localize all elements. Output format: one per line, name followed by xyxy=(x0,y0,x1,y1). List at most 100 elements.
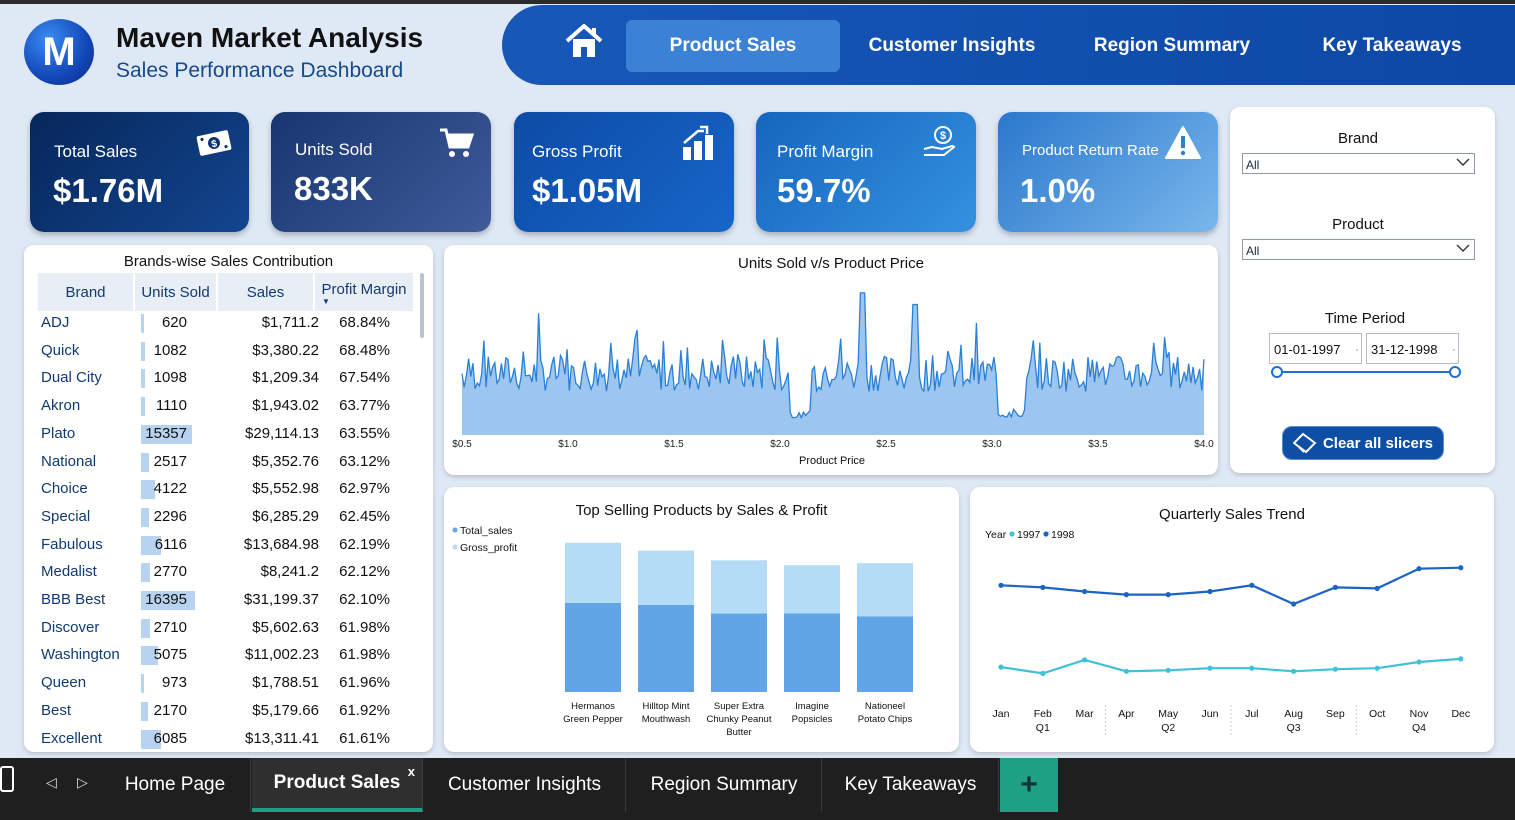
x-tick-label: Aug xyxy=(1284,708,1303,720)
close-icon[interactable]: x xyxy=(408,764,415,779)
table-row[interactable]: Excellent 6085 $13,311.41 61.61% xyxy=(41,726,413,753)
tab-scroll-left-icon[interactable]: ◁ xyxy=(46,774,57,791)
data-point xyxy=(1207,588,1213,595)
table-row[interactable]: Special 2296 $6,285.29 62.45% xyxy=(41,504,413,531)
category-label: Imagine xyxy=(795,701,829,712)
table-row[interactable]: Medalist 2770 $8,241.2 62.12% xyxy=(41,559,413,586)
table-row[interactable]: Best 2170 $5,179.66 61.92% xyxy=(41,698,413,725)
page-tab-bar: ◁ ▷ Home Page Product Sales x Customer I… xyxy=(0,758,1515,820)
units-bar xyxy=(141,480,155,500)
data-point xyxy=(998,582,1004,588)
data-point xyxy=(1123,592,1129,598)
tab-scroll-right-icon[interactable]: ▷ xyxy=(77,774,88,791)
tab-home-page[interactable]: Home Page xyxy=(100,758,251,812)
x-tick-label: Jul xyxy=(1245,708,1258,720)
table-scrollbar[interactable] xyxy=(420,273,424,338)
units-bar xyxy=(141,397,145,417)
nav-customer-insights[interactable]: Customer Insights xyxy=(852,20,1052,72)
logo-letter: M xyxy=(42,29,76,74)
table-row[interactable]: ADJ 620 $1,711.2 68.84% xyxy=(41,310,413,337)
tab-product-sales[interactable]: Product Sales x xyxy=(252,758,423,812)
bar-total_sales xyxy=(711,613,767,692)
top-products-panel: Top Selling Products by Sales & Profit T… xyxy=(444,487,959,752)
add-page-button[interactable]: + xyxy=(1000,758,1058,812)
units-value: 973 xyxy=(161,674,187,692)
top-nav: Product Sales Customer Insights Region S… xyxy=(502,5,1515,85)
x-tick-label: Sep xyxy=(1326,708,1345,720)
home-icon[interactable] xyxy=(564,23,604,59)
mobile-layout-icon[interactable] xyxy=(0,766,14,792)
data-point xyxy=(1291,668,1297,674)
table-row[interactable]: Quick 1082 $3,380.22 68.48% xyxy=(41,338,413,365)
quarterly-trend-chart: Year 1997 1998 Jan Feb Mar Apr May Jun Jul Aug Sep O… xyxy=(985,529,1470,737)
table-row[interactable]: Dual City 1098 $1,209.34 67.54% xyxy=(41,365,413,392)
data-point xyxy=(1416,659,1422,665)
cell-sales: $11,002.23 xyxy=(245,646,319,664)
date-range-slider-end-handle[interactable] xyxy=(1449,366,1461,378)
cell-sales: $8,241.2 xyxy=(260,563,319,581)
category-label: Butter xyxy=(726,727,751,738)
cell-brand: Fabulous xyxy=(41,535,103,553)
cell-sales: $5,602.63 xyxy=(252,618,319,636)
cell-brand: Washington xyxy=(41,646,120,664)
units-value: 2170 xyxy=(153,701,187,719)
eraser-icon xyxy=(1292,432,1317,454)
kpi-units-sold: Units Sold 833K xyxy=(271,112,491,232)
app-logo: M xyxy=(24,19,94,85)
chevron-down-icon xyxy=(1456,244,1470,252)
nav-region-summary[interactable]: Region Summary xyxy=(1072,20,1272,72)
tab-customer-insights[interactable]: Customer Insights xyxy=(424,758,626,812)
calendar-icon[interactable]: ▫ xyxy=(1453,347,1455,354)
calendar-icon[interactable]: ▫ xyxy=(1356,347,1358,354)
units-bar xyxy=(141,314,144,333)
date-range-slider-track[interactable] xyxy=(1277,371,1455,373)
category-label: Chunky Peanut xyxy=(707,714,772,725)
col-header-brand[interactable]: Brand xyxy=(38,273,133,311)
units-value: 15357 xyxy=(145,424,187,442)
cell-brand: Best xyxy=(41,701,72,719)
clear-slicers-button[interactable]: Clear all slicers xyxy=(1282,426,1444,460)
col-header-units[interactable]: Units Sold xyxy=(135,273,216,311)
kpi-profit-margin: Profit Margin 59.7% $ xyxy=(756,112,976,232)
table-row[interactable]: Washington 5075 $11,002.23 61.98% xyxy=(41,642,413,669)
cell-profit-margin: 62.19% xyxy=(339,535,390,553)
table-row[interactable]: Fabulous 6116 $13,684.98 62.19% xyxy=(41,532,413,559)
units-value: 1110 xyxy=(155,397,187,415)
nav-product-sales[interactable]: Product Sales xyxy=(626,20,840,72)
table-row[interactable]: Plato 15357 $29,114.13 63.55% xyxy=(41,421,413,448)
tab-region-summary[interactable]: Region Summary xyxy=(627,758,822,812)
x-tick-label: Jun xyxy=(1202,708,1219,720)
units-bar xyxy=(141,341,145,361)
tab-key-takeaways[interactable]: Key Takeaways xyxy=(823,758,999,812)
table-row[interactable]: Akron 1110 $1,943.02 63.77% xyxy=(41,393,413,420)
cell-brand: Dual City xyxy=(41,369,102,387)
date-range-slider-start-handle[interactable] xyxy=(1271,366,1283,378)
col-header-sales[interactable]: Sales xyxy=(218,273,313,311)
start-date-value: 01-01-1997 xyxy=(1274,342,1341,357)
cart-icon xyxy=(437,125,475,161)
table-row[interactable]: National 2517 $5,352.76 63.12% xyxy=(41,449,413,476)
col-header-profit-margin[interactable]: Profit Margin ▼ xyxy=(315,273,413,311)
table-row[interactable]: BBB Best 16395 $31,199.37 62.10% xyxy=(41,587,413,614)
cell-brand: ADJ xyxy=(41,314,70,331)
cell-profit-margin: 61.98% xyxy=(339,618,390,636)
cell-brand: Quick xyxy=(41,341,80,359)
data-point xyxy=(1458,565,1464,571)
cell-profit-margin: 62.45% xyxy=(339,507,390,525)
brand-dropdown[interactable]: All xyxy=(1242,153,1475,174)
units-value: 1098 xyxy=(153,369,187,387)
start-date-input[interactable]: 01-01-1997 ▫ xyxy=(1269,333,1362,364)
end-date-input[interactable]: 31-12-1998 ▫ xyxy=(1366,333,1459,364)
category-label: Potato Chips xyxy=(858,714,913,725)
table-row[interactable]: Discover 2710 $5,602.63 61.98% xyxy=(41,615,413,642)
kpi-return-rate: Product Return Rate 1.0% xyxy=(998,112,1218,232)
table-row[interactable]: Queen 973 $1,788.51 61.96% xyxy=(41,670,413,697)
table-row[interactable]: Choice 4122 $5,552.98 62.97% xyxy=(41,476,413,503)
cell-profit-margin: 62.10% xyxy=(339,591,390,608)
nav-key-takeaways[interactable]: Key Takeaways xyxy=(1292,20,1492,72)
units-value: 6116 xyxy=(154,535,187,553)
product-dropdown[interactable]: All xyxy=(1242,239,1475,260)
data-point xyxy=(1332,666,1338,672)
app-title: Maven Market Analysis xyxy=(116,22,424,53)
series-line xyxy=(1000,566,1461,606)
